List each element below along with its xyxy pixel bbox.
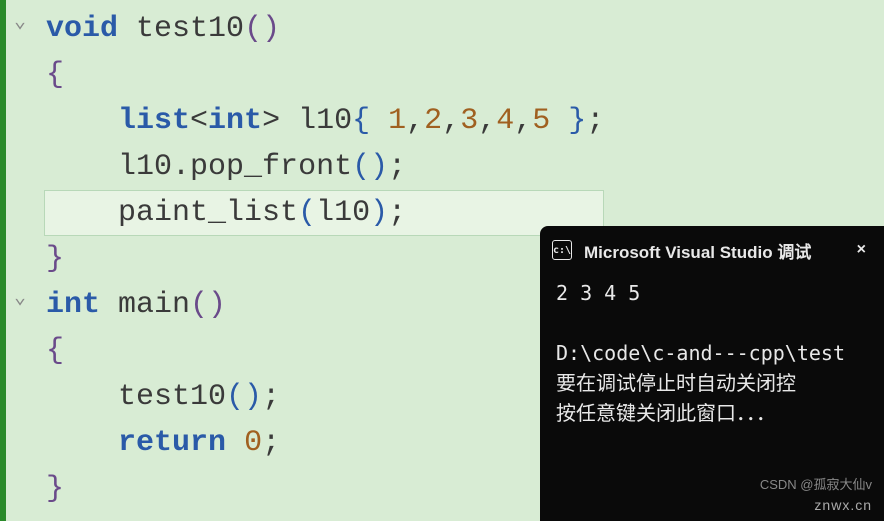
msg-line-2: 按任意键关闭此窗口．．． [556, 401, 776, 425]
output-line: 2 3 4 5 [556, 281, 640, 305]
code-line[interactable]: } [46, 236, 604, 282]
code-line[interactable]: list<int> l10{ 1,2,3,4,5 }; [46, 98, 604, 144]
fold-toggle [14, 368, 44, 414]
code-area[interactable]: void test10(){ list<int> l10{ 1,2,3,4,5 … [46, 6, 604, 512]
code-line[interactable]: void test10() [46, 6, 604, 52]
fold-toggle [14, 92, 44, 138]
code-line[interactable]: l10.pop_front(); [46, 144, 604, 190]
code-line[interactable]: test10(); [46, 374, 604, 420]
znwx-watermark: znwx.cn [814, 497, 872, 513]
fold-toggle [14, 414, 44, 460]
path-line: D:\code\c-and---cpp\test [556, 341, 845, 365]
msg-line-1: 要在调试停止时自动关闭控 [556, 371, 796, 395]
fold-toggle [14, 184, 44, 230]
terminal-icon: c:\ [552, 240, 572, 260]
fold-toggle [14, 46, 44, 92]
debug-console: c:\ Microsoft Visual Studio 调试 × 2 3 4 5… [540, 226, 884, 521]
code-line[interactable]: int main() [46, 282, 604, 328]
fold-toggle [14, 230, 44, 276]
csdn-watermark: CSDN @孤寂大仙v [760, 474, 872, 493]
code-line[interactable]: paint_list(l10); [44, 190, 604, 236]
code-line[interactable]: } [46, 466, 604, 512]
close-icon[interactable]: × [851, 241, 872, 259]
console-title-text: Microsoft Visual Studio 调试 [584, 238, 811, 263]
fold-toggle[interactable]: ⌄ [14, 276, 44, 322]
console-output[interactable]: 2 3 4 5 D:\code\c-and---cpp\test 要在调试停止时… [540, 274, 884, 432]
fold-toggle[interactable]: ⌄ [14, 0, 44, 46]
fold-toggle [14, 138, 44, 184]
code-line[interactable]: return 0; [46, 420, 604, 466]
fold-toggle [14, 322, 44, 368]
code-line[interactable]: { [46, 52, 604, 98]
code-line[interactable]: { [46, 328, 604, 374]
fold-gutter: ⌄⌄ [14, 0, 44, 506]
console-titlebar[interactable]: c:\ Microsoft Visual Studio 调试 × [540, 226, 884, 274]
fold-toggle [14, 460, 44, 506]
